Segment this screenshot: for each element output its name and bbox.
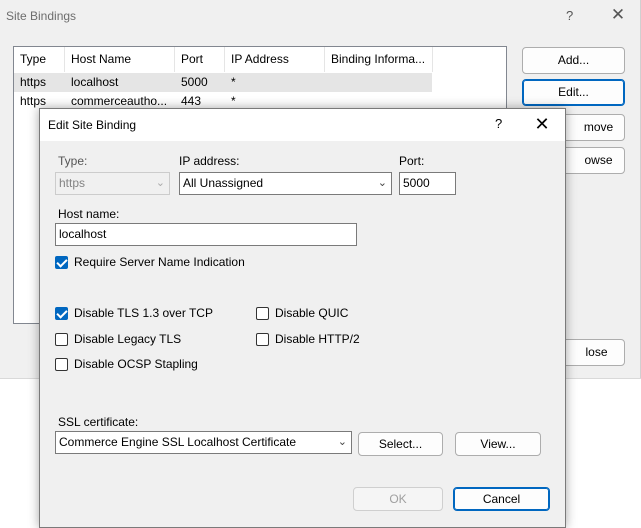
host-name-input[interactable]: localhost xyxy=(55,223,357,246)
cell-ip: * xyxy=(231,75,236,89)
chevron-down-icon: ⌄ xyxy=(337,436,347,448)
cell-port: 5000 xyxy=(181,75,208,89)
cancel-button[interactable]: Cancel xyxy=(453,487,550,511)
edit-site-binding-dialog: Edit Site Binding ? ✕ Type: https ⌄ IP a… xyxy=(39,108,566,528)
cell-type: https xyxy=(20,75,47,89)
require-sni-label[interactable]: Require Server Name Indication xyxy=(74,255,245,269)
port-label: Port: xyxy=(399,154,425,168)
ok-button[interactable]: OK xyxy=(353,487,443,511)
close-icon[interactable]: ✕ xyxy=(607,4,629,26)
ip-address-select-value: All Unassigned xyxy=(183,176,264,190)
type-select: https ⌄ xyxy=(55,172,170,195)
disable-tls13-checkbox[interactable] xyxy=(55,307,68,320)
help-icon[interactable]: ? xyxy=(495,116,502,131)
disable-quic-label[interactable]: Disable QUIC xyxy=(275,306,348,320)
disable-tls13-label[interactable]: Disable TLS 1.3 over TCP xyxy=(74,306,213,320)
require-sni-checkbox[interactable] xyxy=(55,256,68,269)
disable-quic-checkbox[interactable] xyxy=(256,307,269,320)
column-header-port[interactable]: Port xyxy=(175,47,225,72)
ip-address-select[interactable]: All Unassigned ⌄ xyxy=(179,172,392,195)
port-input[interactable]: 5000 xyxy=(399,172,456,195)
chevron-down-icon: ⌄ xyxy=(377,177,387,189)
add-button[interactable]: Add... xyxy=(522,47,625,74)
cell-host: localhost xyxy=(71,75,119,89)
column-header-ip-address[interactable]: IP Address xyxy=(225,47,325,72)
disable-http2-label[interactable]: Disable HTTP/2 xyxy=(275,332,360,346)
table-row[interactable]: https localhost 5000 * xyxy=(14,73,432,92)
dialog-titlebar: Edit Site Binding ? ✕ xyxy=(40,109,565,141)
close-icon[interactable]: ✕ xyxy=(530,112,554,136)
column-header-type[interactable]: Type xyxy=(14,47,65,72)
ip-address-label: IP address: xyxy=(179,154,240,168)
disable-ocsp-label[interactable]: Disable OCSP Stapling xyxy=(74,357,198,371)
ssl-certificate-label: SSL certificate: xyxy=(58,415,139,429)
type-label: Type: xyxy=(58,154,88,168)
dialog-title: Edit Site Binding xyxy=(48,118,137,132)
view-certificate-button[interactable]: View... xyxy=(455,432,541,456)
site-bindings-title: Site Bindings xyxy=(6,9,77,23)
help-icon[interactable]: ? xyxy=(566,8,573,23)
disable-http2-checkbox[interactable] xyxy=(256,333,269,346)
ssl-certificate-select-value: Commerce Engine SSL Localhost Certificat… xyxy=(59,435,296,449)
bindings-list-header: Type Host Name Port IP Address Binding I… xyxy=(14,47,506,72)
disable-legacy-tls-label[interactable]: Disable Legacy TLS xyxy=(74,332,181,346)
disable-legacy-tls-checkbox[interactable] xyxy=(55,333,68,346)
column-header-binding-information[interactable]: Binding Informa... xyxy=(325,47,433,72)
column-header-host-name[interactable]: Host Name xyxy=(65,47,175,72)
chevron-down-icon: ⌄ xyxy=(155,177,165,189)
type-select-value: https xyxy=(59,176,86,190)
select-certificate-button[interactable]: Select... xyxy=(358,432,443,456)
disable-ocsp-checkbox[interactable] xyxy=(55,358,68,371)
edit-button[interactable]: Edit... xyxy=(522,79,625,106)
ssl-certificate-select[interactable]: Commerce Engine SSL Localhost Certificat… xyxy=(55,431,352,454)
host-name-label: Host name: xyxy=(58,207,120,221)
